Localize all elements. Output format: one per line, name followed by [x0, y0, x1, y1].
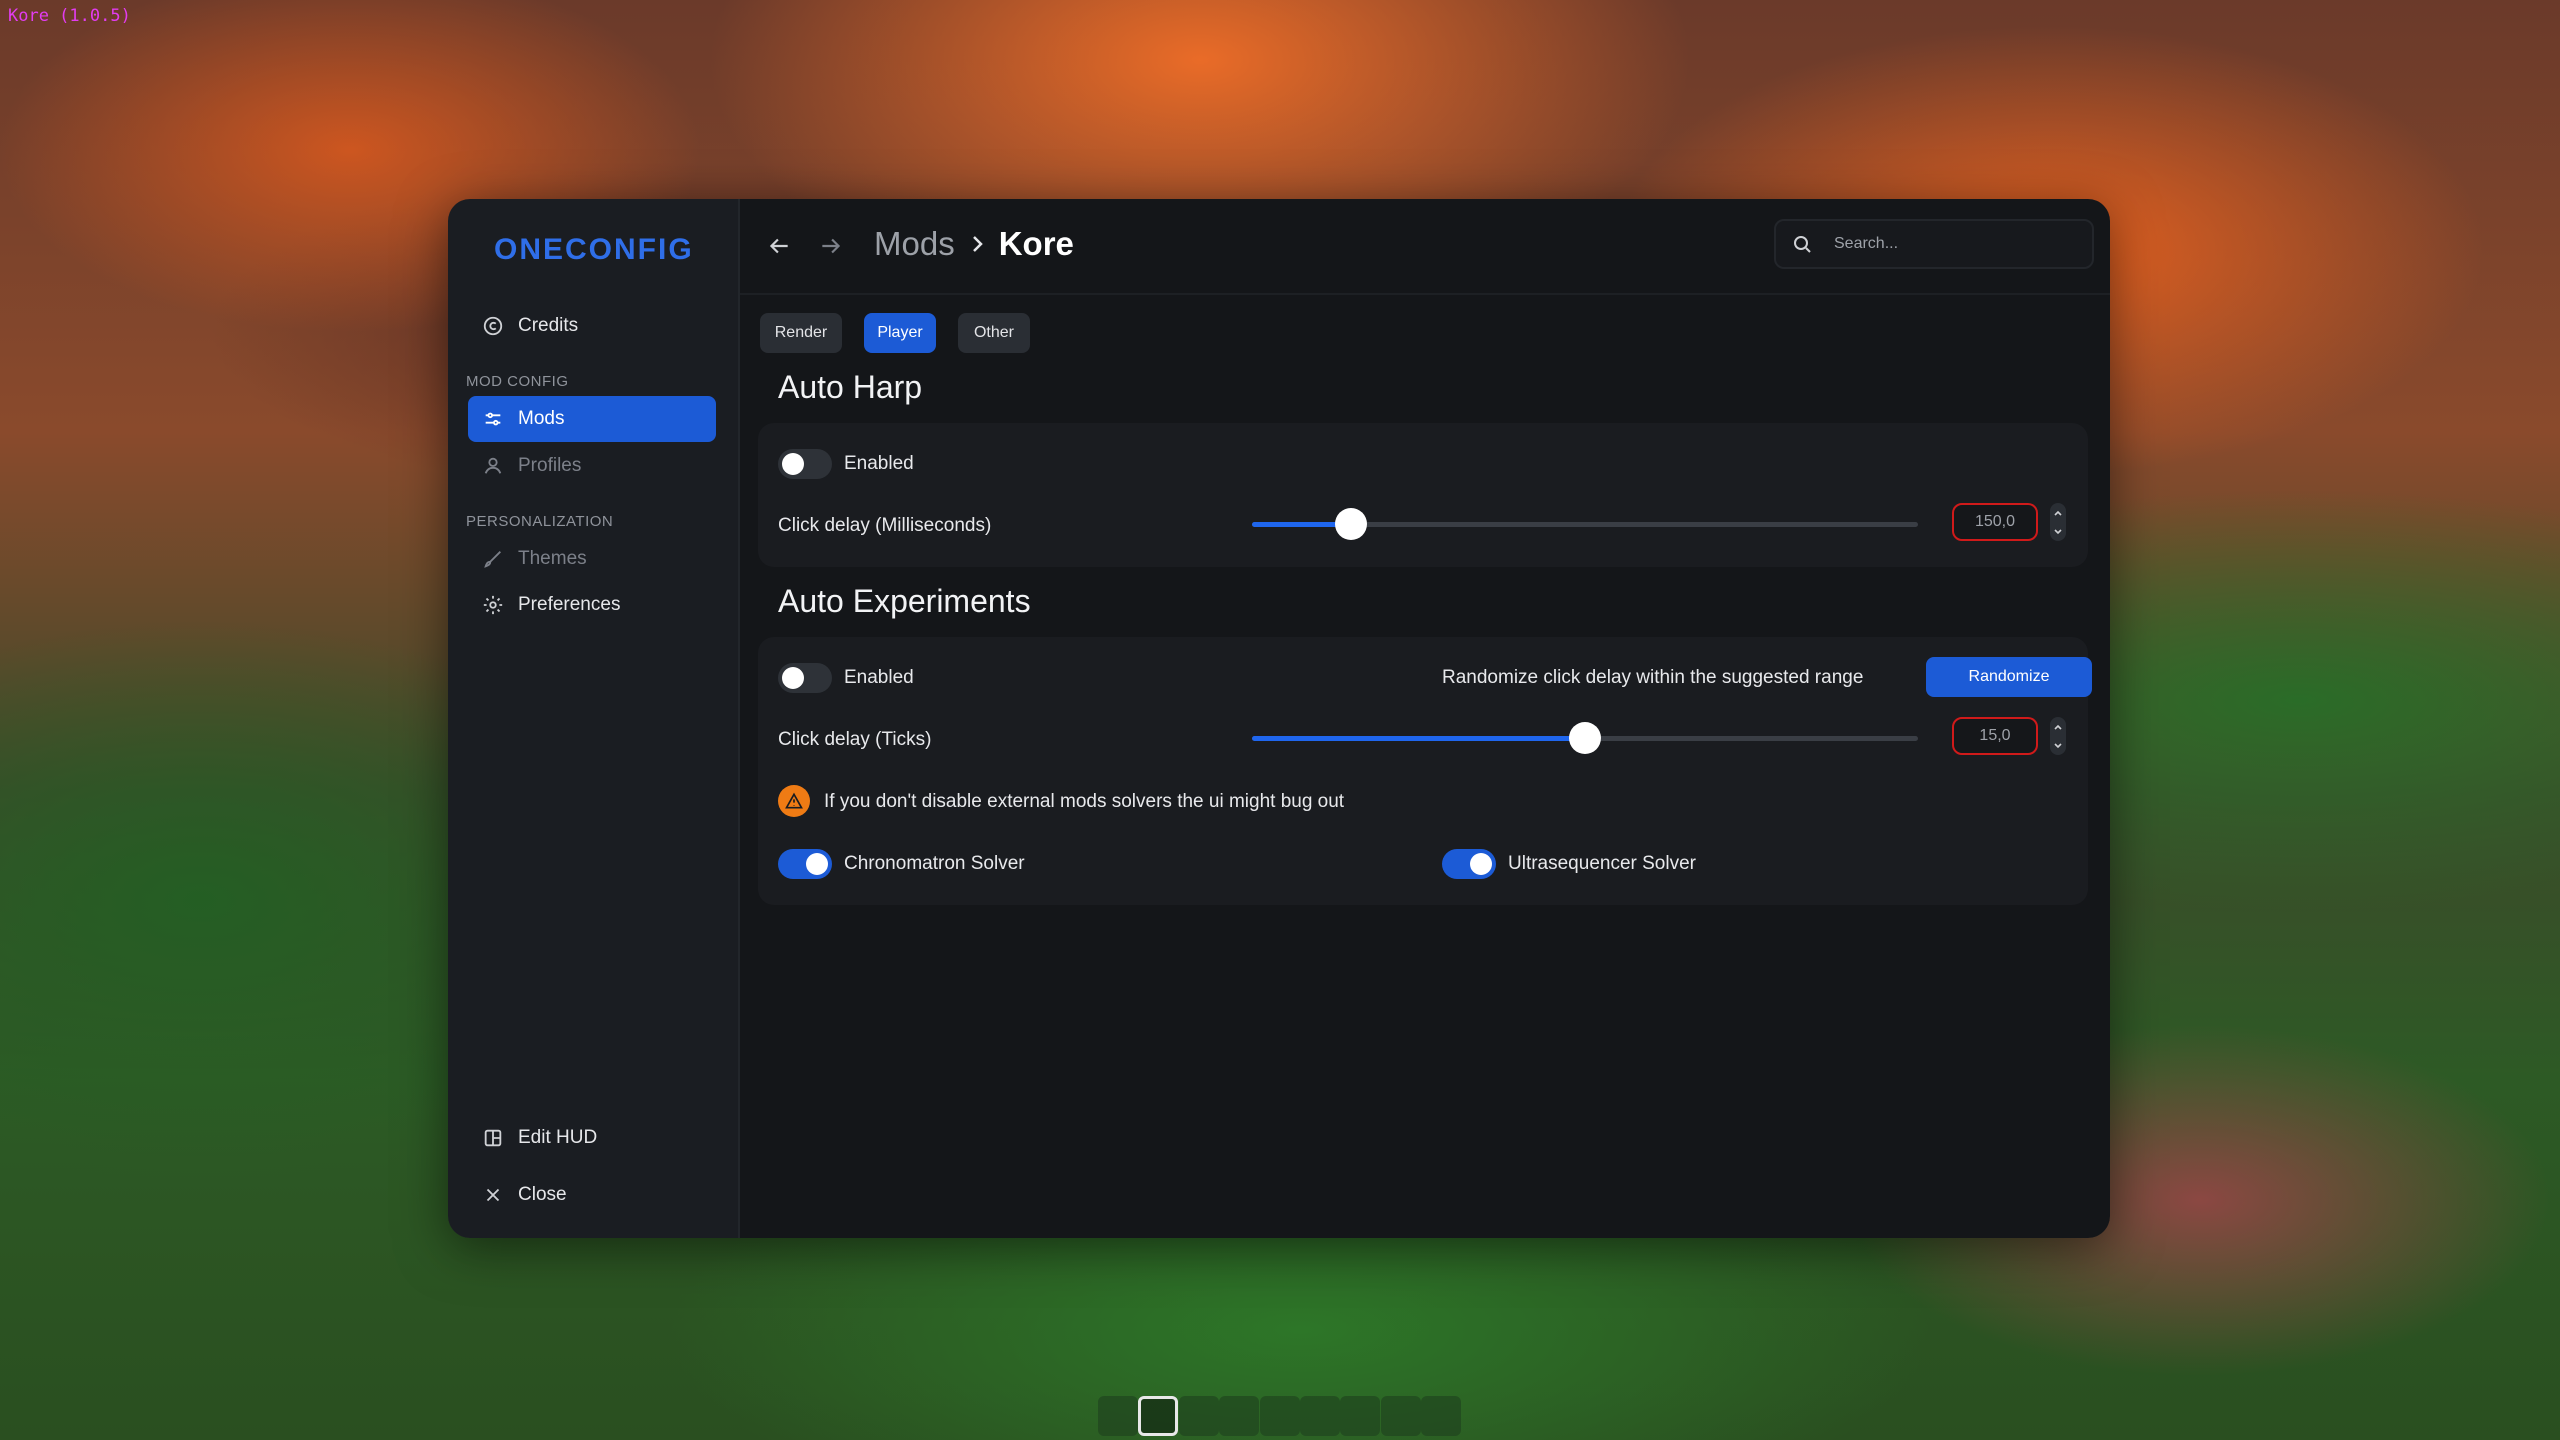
sidebar-item-label: Themes [518, 548, 587, 569]
sidebar-item-profiles[interactable]: Profiles [468, 443, 716, 489]
auto-experiments-click-delay-slider[interactable] [1252, 722, 1918, 754]
brand-logo: ONECONFIG [494, 233, 694, 266]
copyright-icon [483, 316, 503, 336]
chevron-up-icon[interactable] [2052, 721, 2064, 733]
breadcrumb-parent[interactable]: Mods [874, 225, 955, 263]
sidebar-item-label: Mods [518, 408, 565, 429]
chronomatron-solver-label: Chronomatron Solver [844, 853, 1025, 874]
close-icon [486, 1188, 500, 1202]
randomize-description-label: Randomize click delay within the suggest… [1442, 667, 1864, 688]
sidebar-item-label: Preferences [518, 594, 621, 615]
auto-harp-enabled-label: Enabled [844, 453, 914, 474]
section-label-personalization: PERSONALIZATION [466, 513, 614, 530]
breadcrumb: Mods Kore [874, 225, 1074, 263]
hotbar [1098, 1396, 1462, 1436]
hotbar-slot[interactable] [1421, 1396, 1462, 1436]
chronomatron-solver-toggle[interactable] [778, 849, 832, 879]
warning-icon [778, 785, 810, 817]
chevron-down-icon[interactable] [2052, 526, 2064, 538]
user-icon [484, 457, 502, 474]
auto-harp-enabled-toggle[interactable] [778, 449, 832, 479]
auto-harp-card: Enabled Click delay (Milliseconds) 150,0 [758, 423, 2088, 567]
forward-button[interactable] [814, 229, 848, 263]
sliders-icon [485, 412, 501, 426]
auto-experiments-click-delay-input[interactable]: 15,0 [1952, 717, 2038, 755]
sidebar-item-edit-hud[interactable]: Edit HUD [468, 1115, 716, 1161]
chevron-down-icon[interactable] [2052, 740, 2064, 752]
sidebar-item-label: Edit HUD [518, 1127, 598, 1148]
hotbar-slot-selected[interactable] [1138, 1396, 1179, 1436]
toggle-knob [1470, 853, 1492, 875]
sidebar-item-preferences[interactable]: Preferences [468, 582, 716, 628]
oneconfig-window: ONECONFIG Credits MOD CONFIG Mods Profil… [448, 199, 2110, 1238]
randomize-button[interactable]: Randomize [1926, 657, 2092, 697]
breadcrumb-current: Kore [998, 225, 1074, 262]
toggle-knob [782, 453, 804, 475]
slider-thumb[interactable] [1569, 722, 1601, 754]
arrow-left-icon [769, 238, 788, 254]
auto-experiments-card: Enabled Randomize click delay within the… [758, 637, 2092, 905]
sidebar-item-close[interactable]: Close [468, 1172, 716, 1218]
search-input[interactable] [1832, 234, 2076, 254]
ultrasequencer-solver-toggle[interactable] [1442, 849, 1496, 879]
search-box[interactable] [1774, 219, 2094, 269]
tab-other[interactable]: Other [958, 313, 1030, 353]
sidebar: ONECONFIG Credits MOD CONFIG Mods Profil… [448, 199, 740, 1238]
chevron-right-icon [972, 236, 983, 252]
sidebar-item-label: Close [518, 1184, 567, 1205]
section-title-auto-experiments: Auto Experiments [778, 583, 1031, 619]
tab-player[interactable]: Player [864, 313, 936, 353]
search-icon [1794, 236, 1811, 253]
section-title-auto-harp: Auto Harp [778, 369, 923, 405]
toggle-knob [782, 667, 804, 689]
back-button[interactable] [762, 229, 796, 263]
auto-harp-click-delay-input[interactable]: 150,0 [1952, 503, 2038, 541]
top-bar: Mods Kore [740, 199, 2110, 295]
version-label: Kore (1.0.5) [8, 6, 131, 26]
auto-harp-click-delay-stepper[interactable] [2050, 503, 2066, 541]
brush-icon [484, 551, 501, 568]
auto-harp-click-delay-label: Click delay (Milliseconds) [778, 515, 992, 536]
sidebar-item-label: Credits [518, 315, 579, 336]
hotbar-slot[interactable] [1340, 1396, 1381, 1436]
chevron-up-icon[interactable] [2052, 507, 2064, 519]
sidebar-item-themes[interactable]: Themes [468, 536, 716, 582]
toggle-knob [806, 853, 828, 875]
auto-experiments-click-delay-stepper[interactable] [2050, 717, 2066, 755]
hotbar-slot[interactable] [1219, 1396, 1260, 1436]
layout-icon [484, 1129, 502, 1147]
slider-thumb[interactable] [1334, 508, 1367, 540]
sidebar-item-mods[interactable]: Mods [468, 396, 716, 442]
hotbar-slot[interactable] [1259, 1396, 1300, 1436]
auto-experiments-click-delay-label: Click delay (Ticks) [778, 729, 932, 750]
ultrasequencer-solver-label: Ultrasequencer Solver [1508, 853, 1696, 874]
sidebar-item-label: Profiles [518, 455, 582, 476]
hotbar-slot[interactable] [1380, 1396, 1421, 1436]
arrow-right-icon [822, 238, 841, 254]
auto-experiments-enabled-toggle[interactable] [778, 663, 832, 693]
section-label-mod-config: MOD CONFIG [466, 373, 569, 390]
hotbar-slot[interactable] [1178, 1396, 1219, 1436]
auto-experiments-enabled-label: Enabled [844, 667, 914, 688]
main-panel: Mods Kore Render Player Other Auto Harp … [740, 199, 2110, 1238]
slider-fill [1252, 736, 1585, 741]
warning-message: If you don't disable external mods solve… [824, 791, 1345, 812]
tab-render[interactable]: Render [760, 313, 842, 353]
sidebar-item-credits[interactable]: Credits [468, 303, 716, 349]
gear-icon [483, 595, 503, 615]
hotbar-slot[interactable] [1098, 1396, 1138, 1436]
auto-harp-click-delay-slider[interactable] [1252, 508, 1918, 540]
hotbar-slot[interactable] [1299, 1396, 1340, 1436]
